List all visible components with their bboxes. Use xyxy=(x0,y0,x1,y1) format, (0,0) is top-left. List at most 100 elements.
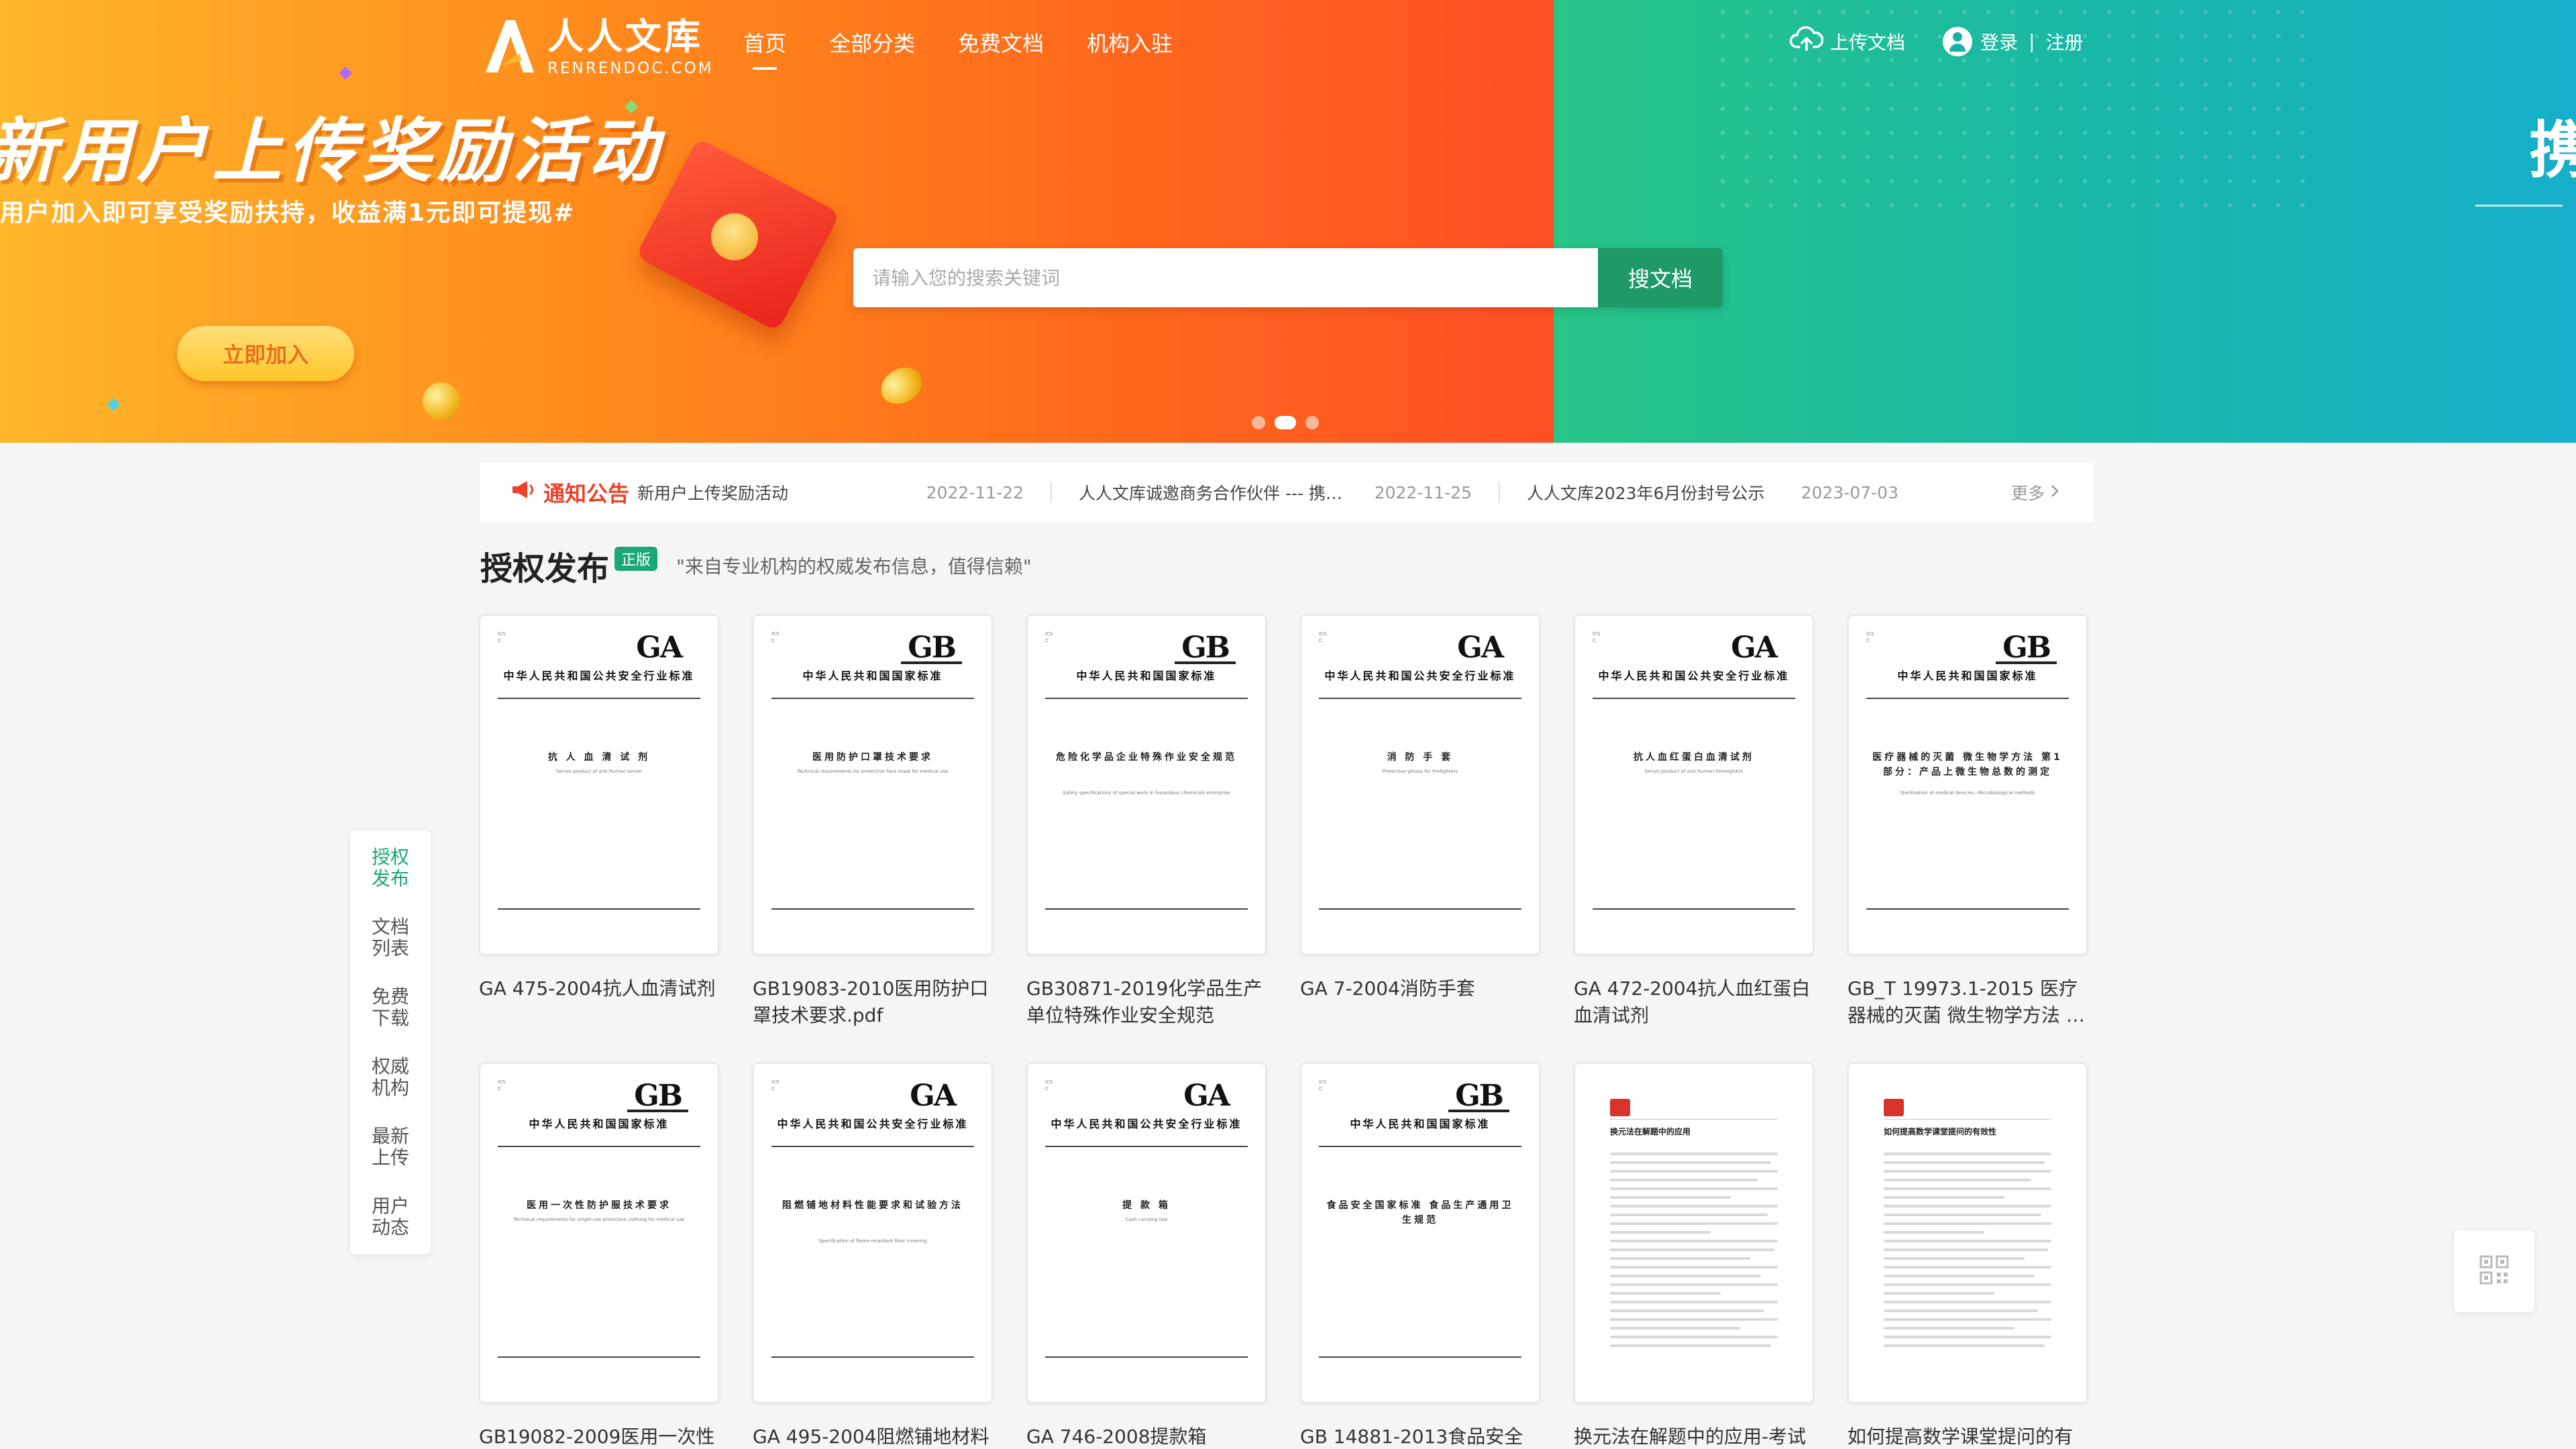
doc-card[interactable]: ICS C GA 中华人民共和国公共安全行业标准 抗人血红蛋白血清试剂 Serum pro… xyxy=(1574,614,1814,1029)
doc-thumbnail[interactable]: ICS C GA 中华人民共和国公共安全行业标准 阻燃铺地材料性能要求和试验方法 Spec… xyxy=(753,1063,993,1403)
standard-header-text: 中华人民共和国公共安全行业标准 xyxy=(1051,1118,1242,1130)
doc-title[interactable]: GB19083-2010医用防护口罩技术要求.pdf xyxy=(753,975,993,1029)
carousel-dot[interactable] xyxy=(1305,416,1319,429)
doc-title[interactable]: GB19082-2009医用一次性防护服技术要求 xyxy=(479,1424,719,1449)
doc-meta-text: ICS C xyxy=(771,1079,780,1091)
divider xyxy=(1319,698,1521,699)
nav-institution-join[interactable]: 机构入驻 xyxy=(1087,27,1173,58)
site-header: 人人文库 RENRENDOC.COM 首页 全部分类 免费文档 机构入驻 上传文… xyxy=(0,0,2576,87)
doc-meta-text: ICS C xyxy=(1045,1079,1053,1091)
standard-name: 提 款 箱 xyxy=(1122,1200,1171,1211)
doc-thumbnail[interactable]: ICS C GA 中华人民共和国公共安全行业标准提 款 箱 Cash carrying … xyxy=(1026,1063,1267,1403)
standard-name: 食品安全国家标准 食品生产通用卫生规范 xyxy=(1326,1200,1514,1226)
divider xyxy=(1319,908,1521,910)
doc-title[interactable]: GA 746-2008提款箱 xyxy=(1026,1424,1267,1449)
doc-card[interactable]: ICS C GB 中华人民共和国国家标准 危险化学品企业特殊作业安全规范 Safety s… xyxy=(1026,614,1267,1029)
doc-title[interactable]: GB_T 19973.1-2015 医疗器械的灭菌 微生物学方法 第1部分：产品… xyxy=(1847,975,2088,1029)
doc-card[interactable]: ICS C GA 中华人民共和国公共安全行业标准 阻燃铺地材料性能要求和试验方法 Spec… xyxy=(753,1063,993,1449)
doc-card[interactable]: 换元法在解题中的应用换元法在解题中的应用-考试 xyxy=(1574,1063,1814,1449)
doc-thumbnail[interactable]: ICS C GA 中华人民共和国公共安全行业标准 抗人血红蛋白血清试剂 Serum pro… xyxy=(1574,614,1814,955)
paper-body-text xyxy=(1884,1152,2051,1375)
divider xyxy=(1593,908,1795,910)
notice-item[interactable]: 新用户上传奖励活动 2022-11-22 xyxy=(637,480,1024,504)
standard-name: 危险化学品企业特殊作业安全规范 xyxy=(1056,752,1237,763)
sidenav-free-download[interactable]: 免费下载 xyxy=(370,986,411,1029)
divider xyxy=(2475,205,2563,207)
doc-thumbnail[interactable]: ICS C GB 中华人民共和国国家标准 危险化学品企业特殊作业安全规范 Safety s… xyxy=(1026,614,1267,955)
doc-card[interactable]: ICS C GA 中华人民共和国公共安全行业标准提 款 箱 Cash carrying … xyxy=(1026,1063,1267,1449)
doc-title[interactable]: GA 7-2004消防手套 xyxy=(1300,975,1540,1029)
doc-title[interactable]: GB 14881-2013食品安全国家标准 食品生产通用卫生规范 xyxy=(1300,1424,1540,1449)
doc-meta-text: ICS C xyxy=(1045,631,1053,643)
doc-meta-text: ICS C xyxy=(498,1079,506,1091)
standard-header-text: 中华人民共和国国家标准 xyxy=(529,1118,669,1130)
login-link[interactable]: 登录 xyxy=(1980,28,2018,55)
sidenav-authorized[interactable]: 授权发布 xyxy=(370,847,411,890)
doc-title[interactable]: GA 472-2004抗人血红蛋白血清试剂 xyxy=(1574,975,1814,1029)
doc-card[interactable]: ICS C GB 中华人民共和国国家标准 医疗器械的灭菌 微生物学方法 第1部分：产品上… xyxy=(1847,614,2088,1029)
qr-code-button[interactable] xyxy=(2454,1230,2534,1312)
sparkle-decoration xyxy=(107,398,120,411)
standard-mark-logo: GA xyxy=(1457,631,1504,665)
doc-title[interactable]: 换元法在解题中的应用-考试 xyxy=(1574,1424,1814,1449)
side-nav: 授权发布 文档列表 免费下载 权威机构 最新上传 用户动态 xyxy=(350,830,431,1254)
doc-card[interactable]: ICS C GA 中华人民共和国公共安全行业标准消 防 手 套 Protective g… xyxy=(1300,614,1540,1029)
standard-name: 抗人血红蛋白血清试剂 xyxy=(1633,752,1754,763)
search-button[interactable]: 搜文档 xyxy=(1598,248,1723,307)
logo-title: 人人文库 xyxy=(547,15,703,58)
carousel-dot[interactable] xyxy=(1275,416,1296,429)
paper-title: 如何提高数学课堂提问的有效性 xyxy=(1884,1127,1997,1136)
doc-meta-text: ICS C xyxy=(1593,631,1601,643)
standard-mark-logo: GB xyxy=(1448,1079,1509,1113)
divider xyxy=(498,698,700,699)
paper-title: 换元法在解题中的应用 xyxy=(1610,1127,1691,1136)
doc-thumbnail[interactable]: ICS C GB 中华人民共和国国家标准 医用一次性防护服技术要求 Technical r… xyxy=(479,1063,719,1403)
upload-doc-label: 上传文档 xyxy=(1830,31,1906,54)
standard-english-name: Safety specifications of special work in… xyxy=(1063,790,1230,796)
upload-doc-link[interactable]: 上传文档 xyxy=(1789,25,1906,57)
register-link[interactable]: 注册 xyxy=(2045,28,2083,55)
carousel-dot[interactable] xyxy=(1252,416,1265,429)
doc-card[interactable]: ICS C GB 中华人民共和国国家标准 医用一次性防护服技术要求 Technical r… xyxy=(479,1063,719,1449)
standard-english-name: Sterilization of medical devices—Microbi… xyxy=(1900,790,2035,796)
notice-item[interactable]: 人人文库2023年6月份封号公示 2023-07-03 xyxy=(1527,480,1898,504)
doc-thumbnail[interactable]: ICS C GB 中华人民共和国国家标准 食品安全国家标准 食品生产通用卫生规范 xyxy=(1300,1063,1540,1403)
sidenav-institutions[interactable]: 权威机构 xyxy=(370,1056,411,1099)
doc-title[interactable]: 如何提高数学课堂提问的有效性 xyxy=(1847,1424,2088,1449)
doc-card[interactable]: ICS C GB 中华人民共和国国家标准 医用防护口罩技术要求 Technical req… xyxy=(753,614,993,1029)
user-avatar-icon[interactable] xyxy=(1943,26,1973,56)
nav-all-categories[interactable]: 全部分类 xyxy=(829,27,915,58)
notice-item[interactable]: 人人文库诚邀商务合作伙伴 --- 携手... 2022-11-25 xyxy=(1079,480,1472,504)
more-link[interactable]: 更多 xyxy=(2011,480,2059,504)
search-bar: 搜文档 xyxy=(853,248,1723,307)
standard-header-text: 中华人民共和国国家标准 xyxy=(1076,669,1217,682)
doc-card[interactable]: ICS C GA 中华人民共和国公共安全行业标准抗 人 血 清 试 剂 Serum pr… xyxy=(479,614,719,1029)
divider xyxy=(1866,698,2069,699)
divider xyxy=(498,908,700,910)
doc-thumbnail[interactable]: 换元法在解题中的应用 xyxy=(1574,1063,1814,1403)
standard-name: 阻燃铺地材料性能要求和试验方法 xyxy=(782,1200,963,1211)
doc-thumbnail[interactable]: ICS C GB 中华人民共和国国家标准 医疗器械的灭菌 微生物学方法 第1部分：产品上… xyxy=(1847,614,2088,955)
sidenav-latest-upload[interactable]: 最新上传 xyxy=(370,1126,411,1169)
doc-thumbnail[interactable]: ICS C GB 中华人民共和国国家标准 医用防护口罩技术要求 Technical req… xyxy=(753,614,993,955)
doc-thumbnail[interactable]: ICS C GA 中华人民共和国公共安全行业标准消 防 手 套 Protective g… xyxy=(1300,614,1540,955)
site-logo[interactable]: 人人文库 RENRENDOC.COM xyxy=(480,13,714,80)
nav-home[interactable]: 首页 xyxy=(743,27,786,70)
doc-card[interactable]: ICS C GB 中华人民共和国国家标准 食品安全国家标准 食品生产通用卫生规范 GB 1… xyxy=(1300,1063,1540,1449)
doc-meta-text: ICS C xyxy=(1866,631,1874,643)
doc-thumbnail[interactable]: 如何提高数学课堂提问的有效性 xyxy=(1847,1063,2088,1403)
doc-title[interactable]: GB30871-2019化学品生产单位特殊作业安全规范 xyxy=(1026,975,1267,1029)
carousel-indicators[interactable] xyxy=(1252,416,1319,429)
doc-title[interactable]: GA 475-2004抗人血清试剂 xyxy=(479,975,719,1029)
doc-card[interactable]: 如何提高数学课堂提问的有效性如何提高数学课堂提问的有效性 xyxy=(1847,1063,2088,1449)
standard-name: 消 防 手 套 xyxy=(1387,752,1454,763)
standard-header-text: 中华人民共和国国家标准 xyxy=(1350,1118,1491,1130)
notice-title: 新用户上传奖励活动 xyxy=(637,484,789,503)
doc-title[interactable]: GA 495-2004阻燃铺地材料性能要求和试验方法 xyxy=(753,1424,993,1449)
sidenav-user-activity[interactable]: 用户动态 xyxy=(370,1195,411,1238)
sidenav-doc-list[interactable]: 文档列表 xyxy=(370,916,411,959)
nav-free-docs[interactable]: 免费文档 xyxy=(958,27,1044,58)
join-now-button[interactable]: 立即加入 xyxy=(177,326,354,381)
doc-thumbnail[interactable]: ICS C GA 中华人民共和国公共安全行业标准抗 人 血 清 试 剂 Serum pr… xyxy=(479,614,719,955)
search-input[interactable] xyxy=(853,248,1598,307)
